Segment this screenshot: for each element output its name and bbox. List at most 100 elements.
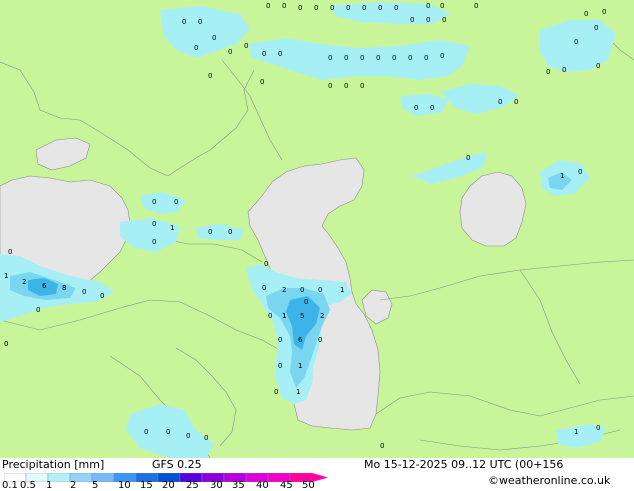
map-value: 0 bbox=[328, 82, 332, 90]
scale-tick-label: 45 bbox=[280, 480, 293, 491]
scale-tick-label: 2 bbox=[70, 480, 77, 491]
scale-tick-label: 0.5 bbox=[20, 480, 36, 491]
map-value: 1 bbox=[298, 362, 302, 370]
map-value: 0 bbox=[208, 228, 212, 236]
map-value: 0 bbox=[186, 432, 190, 440]
scale-tick-label: 15 bbox=[140, 480, 153, 491]
map-value: 0 bbox=[430, 104, 434, 112]
map-value: 0 bbox=[174, 198, 178, 206]
map-value: 0 bbox=[394, 4, 398, 12]
map-value: 0 bbox=[346, 4, 350, 12]
scale-tick-label: 30 bbox=[210, 480, 223, 491]
map-value: 0 bbox=[298, 4, 302, 12]
map-value: 0 bbox=[474, 2, 478, 10]
map-value: 0 bbox=[274, 388, 278, 396]
map-value: 6 bbox=[42, 282, 47, 290]
map-value: 0 bbox=[282, 2, 286, 10]
map-value: 0 bbox=[408, 54, 412, 62]
map-value: 0 bbox=[360, 82, 364, 90]
map-value: 0 bbox=[360, 54, 364, 62]
map-value: 2 bbox=[22, 278, 26, 286]
map-value: 0 bbox=[144, 428, 148, 436]
map-value: 0 bbox=[594, 24, 598, 32]
map-value: 0 bbox=[376, 54, 380, 62]
map-value: 0 bbox=[152, 238, 156, 246]
map-value: 0 bbox=[8, 248, 12, 256]
map-value: 0 bbox=[584, 10, 588, 18]
map-value: 0 bbox=[414, 104, 418, 112]
map-value: 0 bbox=[392, 54, 396, 62]
map-value: 0 bbox=[596, 424, 600, 432]
map-value: 0 bbox=[304, 298, 308, 306]
map-value: 0 bbox=[244, 42, 248, 50]
scale-tick-label: 20 bbox=[162, 480, 175, 491]
map-value: 0 bbox=[228, 228, 232, 236]
scale-tick-label: 35 bbox=[232, 480, 245, 491]
map-value: 0 bbox=[344, 82, 348, 90]
map-value: 0 bbox=[182, 18, 186, 26]
map-value: 0 bbox=[36, 306, 40, 314]
map-value: 0 bbox=[82, 288, 86, 296]
scale-tick-label: 50 bbox=[302, 480, 315, 491]
scale-tick-label: 25 bbox=[186, 480, 199, 491]
map-value: 0 bbox=[318, 286, 322, 294]
map-value: 0 bbox=[514, 98, 518, 106]
map-value: 0 bbox=[208, 72, 212, 80]
map-value: 0 bbox=[578, 168, 582, 176]
map-value: 0 bbox=[198, 18, 202, 26]
map-value: 1 bbox=[340, 286, 344, 294]
map-value: 0 bbox=[440, 2, 444, 10]
map-value: 5 bbox=[300, 312, 304, 320]
map-value: 8 bbox=[62, 284, 66, 292]
map-value: 0 bbox=[314, 4, 318, 12]
map-value: 0 bbox=[426, 16, 430, 24]
scale-tick-label: 0.1 bbox=[2, 480, 18, 491]
map-value: 0 bbox=[318, 336, 322, 344]
map-value: 0 bbox=[262, 284, 266, 292]
map-value: 0 bbox=[260, 78, 264, 86]
map-value: 6 bbox=[298, 336, 303, 344]
map-value: 0 bbox=[152, 198, 156, 206]
map-canvas: 0 0 0 0 0 0 0 0 0 0 0 0 0 0 0 0 0 0 0 0 … bbox=[0, 0, 634, 458]
map-value: 0 bbox=[344, 54, 348, 62]
map-value: 0 bbox=[410, 16, 414, 24]
map-value: 0 bbox=[100, 292, 104, 300]
map-value: 0 bbox=[466, 154, 470, 162]
scale-tick-label: 40 bbox=[256, 480, 269, 491]
map-value: 0 bbox=[378, 4, 382, 12]
model-name: GFS 0.25 bbox=[152, 458, 202, 471]
map-value: 0 bbox=[268, 312, 272, 320]
scale-tick-label: 10 bbox=[118, 480, 131, 491]
map-value: 0 bbox=[266, 2, 270, 10]
scale-tick-label: 1 bbox=[46, 480, 53, 491]
map-value: 1 bbox=[282, 312, 286, 320]
map-value: 0 bbox=[264, 260, 268, 268]
scale-tick-label: 5 bbox=[92, 480, 99, 491]
map-value: 0 bbox=[424, 54, 428, 62]
map-value: 0 bbox=[602, 8, 606, 16]
product-title: Precipitation [mm] bbox=[2, 458, 105, 471]
precipitation-map: 0 0 0 0 0 0 0 0 0 0 0 0 0 0 0 0 0 0 0 0 … bbox=[0, 0, 634, 458]
map-value: 0 bbox=[330, 4, 334, 12]
map-value: 0 bbox=[278, 50, 282, 58]
map-value: 1 bbox=[560, 172, 564, 180]
map-value: 0 bbox=[442, 16, 446, 24]
map-value: 1 bbox=[296, 388, 300, 396]
map-value: 0 bbox=[440, 52, 444, 60]
map-value: 0 bbox=[262, 50, 266, 58]
map-value: 1 bbox=[4, 272, 8, 280]
map-value: 0 bbox=[362, 4, 366, 12]
map-value: 0 bbox=[194, 44, 198, 52]
map-value: 0 bbox=[228, 48, 232, 56]
copyright: ©weatheronline.co.uk bbox=[488, 474, 611, 487]
map-value: 0 bbox=[328, 54, 332, 62]
map-value: 0 bbox=[278, 336, 282, 344]
map-value: 0 bbox=[498, 98, 502, 106]
map-value: 0 bbox=[212, 34, 216, 42]
map-value: 0 bbox=[204, 434, 208, 442]
map-value: 1 bbox=[170, 224, 174, 232]
map-value: 2 bbox=[320, 312, 324, 320]
map-value: 0 bbox=[166, 428, 170, 436]
map-value: 2 bbox=[282, 286, 286, 294]
map-value: 0 bbox=[380, 442, 384, 450]
